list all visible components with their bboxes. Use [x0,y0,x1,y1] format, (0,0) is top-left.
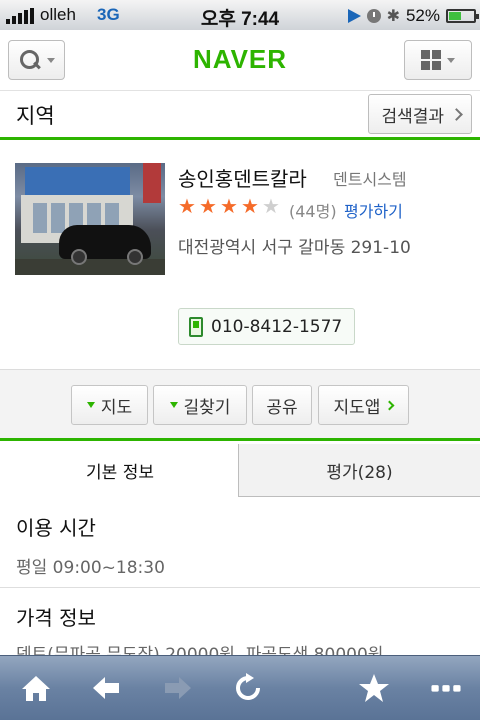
home-icon [22,676,50,701]
chevron-right-icon [450,107,463,121]
back-button[interactable] [86,670,126,706]
phone-number: 010-8412-1577 [211,316,343,337]
star-icon: ★ [178,194,196,218]
directions-label: 길찾기 [183,397,231,418]
review-count: (44명) [289,202,337,221]
price-title: 가격 정보 [16,606,96,630]
browser-toolbar [0,655,480,720]
star-icon [359,674,389,702]
play-icon [347,9,361,23]
place-name[interactable]: 송인홍덴트칼라 [178,163,307,192]
arrow-left-icon [93,677,119,699]
grid-icon [421,50,441,70]
map-app-button[interactable]: 지도앱 [318,385,409,425]
hours-title: 이용 시간 [16,516,96,540]
tab-reviews[interactable]: 평가(28) [238,444,480,497]
alarm-icon [366,9,381,23]
rating-stars: ★ ★ ★ ★ ★ [178,196,283,216]
map-label: 지도 [100,397,133,418]
region-bar: 지역 검색결과 [0,90,480,140]
triangle-down-icon [86,402,95,408]
action-bar: 지도 길찾기 공유 지도앱 [0,369,480,441]
forward-button[interactable] [158,670,198,706]
battery-percent: 52% [405,6,440,25]
battery-icon [446,9,479,23]
map-app-label: 지도앱 [333,397,381,418]
star-icon: ★ [262,194,280,218]
bluetooth-icon: ✱ [386,8,400,25]
map-button[interactable]: 지도 [71,385,148,425]
rate-link[interactable]: 평가하기 [344,198,403,222]
reload-icon [236,673,260,700]
share-button[interactable]: 공유 [252,385,312,425]
chevron-down-icon [447,57,455,63]
place-category: 덴트시스템 [333,170,407,189]
home-button[interactable] [16,670,56,706]
search-results-button[interactable]: 검색결과 [368,94,472,134]
status-bar: olleh 3G 오후 7:44 ✱ 52% [0,0,480,30]
star-icon: ★ [241,194,259,218]
place-info: 송인홍덴트칼라 덴트시스템 ★ ★ ★ ★ ★ (44명) 평가하기 대전광역시 서구 … [0,143,480,368]
header: NAVER [0,30,480,90]
tab-basic-info[interactable]: 기본 정보 [0,444,240,497]
directions-button[interactable]: 길찾기 [153,385,247,425]
tab-bar: 기본 정보 평가(28) [0,444,480,497]
details-section: 이용 시간 평일 09:00~18:30 가격 정보 덴트(무파공 무도장) 2… [0,497,480,665]
bookmark-button[interactable] [354,670,394,706]
chevron-right-icon [385,400,395,410]
more-button[interactable] [424,670,468,706]
place-address: 대전광역시 서구 갈마동 291-10 [178,238,411,258]
search-results-label: 검색결과 [381,106,444,127]
star-icon: ★ [220,194,238,218]
share-label: 공유 [266,397,298,418]
call-button[interactable]: 010-8412-1577 [178,308,356,345]
page-title: 지역 [16,104,55,128]
triangle-down-icon [169,402,178,408]
more-icon [431,685,461,692]
divider [0,587,480,588]
hours-text: 평일 09:00~18:30 [16,558,165,578]
place-photo[interactable] [15,163,165,275]
arrow-right-icon [165,677,191,699]
reload-button[interactable] [228,670,268,706]
star-icon: ★ [199,194,217,218]
menu-button[interactable] [404,40,472,80]
phone-icon [189,316,203,337]
